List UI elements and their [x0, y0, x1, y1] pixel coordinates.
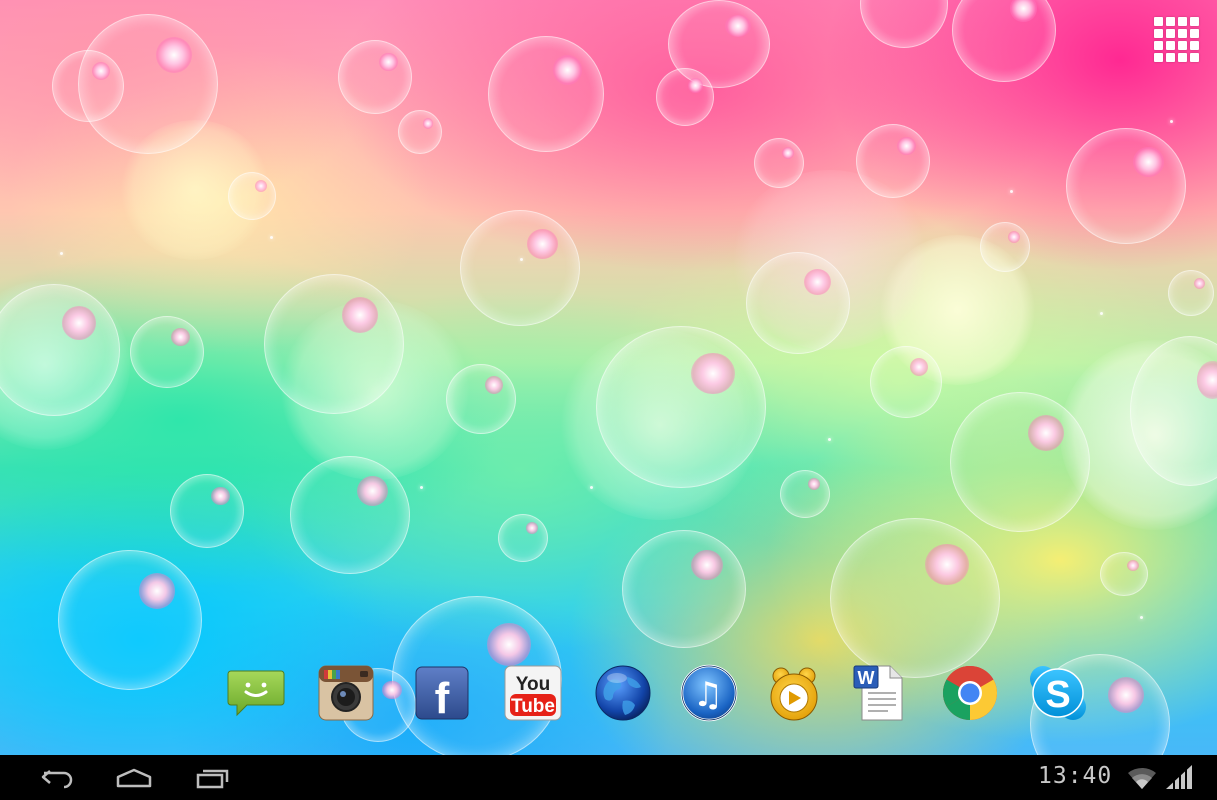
sparkle — [270, 236, 273, 239]
home-icon — [116, 768, 152, 788]
bubble — [656, 68, 714, 126]
home-button[interactable] — [104, 761, 164, 795]
clock[interactable]: 13:40 — [1038, 763, 1112, 789]
bubble — [228, 172, 276, 220]
system-bar: 13:40 — [0, 755, 1217, 800]
instagram-icon — [318, 665, 374, 721]
sparkle — [420, 486, 423, 489]
instagram-app[interactable] — [315, 662, 377, 724]
bubble — [1130, 336, 1217, 486]
bubble — [170, 474, 244, 548]
sparkle — [520, 258, 523, 261]
bubble — [950, 392, 1090, 532]
bubble — [264, 274, 404, 414]
chrome-app[interactable] — [939, 662, 1001, 724]
bubble — [830, 518, 1000, 678]
svg-text:S: S — [1045, 674, 1070, 716]
bubble — [746, 252, 850, 354]
bubble — [290, 456, 410, 574]
bubble-wallpaper — [0, 0, 1217, 794]
bubble — [860, 0, 948, 48]
svg-text:f: f — [435, 674, 450, 723]
sparkle — [1170, 120, 1173, 123]
youtube-app[interactable]: You Tube — [502, 662, 564, 724]
gom-player-app[interactable] — [763, 662, 825, 724]
bubble — [460, 210, 580, 326]
messaging-app[interactable] — [225, 662, 287, 724]
skype-icon: S — [1030, 666, 1086, 720]
svg-text:♫: ♫ — [693, 675, 723, 715]
sparkle — [60, 252, 63, 255]
music-app[interactable]: ♫ — [678, 662, 740, 724]
signal-icon[interactable] — [1164, 763, 1194, 791]
bubble — [0, 284, 120, 416]
sparkle — [590, 486, 593, 489]
bubble — [780, 470, 830, 518]
chrome-icon — [942, 666, 998, 720]
bubble — [754, 138, 804, 188]
svg-text:W: W — [858, 668, 875, 688]
sparkle — [1010, 190, 1013, 193]
word-document-icon: W — [853, 665, 903, 721]
grid-icon[interactable] — [1152, 15, 1199, 62]
sparkle — [1100, 312, 1103, 315]
browser-app[interactable] — [592, 662, 654, 724]
wifi-icon[interactable] — [1126, 765, 1158, 791]
bubble — [870, 346, 942, 418]
youtube-icon: You Tube — [504, 665, 562, 721]
back-button[interactable] — [28, 761, 88, 795]
gom-player-icon — [770, 667, 818, 721]
bubble — [52, 50, 124, 122]
back-icon — [41, 770, 73, 789]
bubble — [596, 326, 766, 488]
globe-icon — [595, 665, 651, 721]
home-screen: f You Tube ♫ W S 13:40 — [0, 0, 1217, 800]
bubble — [130, 316, 204, 388]
sparkle — [828, 438, 831, 441]
skype-app[interactable]: S — [1027, 662, 1089, 724]
sparkle — [1140, 616, 1143, 619]
bubble — [1168, 270, 1214, 316]
svg-text:Tube: Tube — [511, 696, 555, 717]
bubble — [980, 222, 1030, 272]
word-app[interactable]: W — [849, 662, 911, 724]
dock: f You Tube ♫ W S — [0, 662, 1217, 728]
bubble — [498, 514, 548, 562]
bubble — [1100, 552, 1148, 596]
messaging-icon — [227, 670, 285, 717]
bubble — [856, 124, 930, 198]
bubble — [338, 40, 412, 114]
facebook-app[interactable]: f — [411, 662, 473, 724]
svg-text:You: You — [516, 674, 550, 695]
bubble — [398, 110, 442, 154]
music-icon: ♫ — [680, 664, 738, 722]
bubble — [446, 364, 516, 434]
facebook-icon: f — [415, 666, 469, 723]
recent-apps-button[interactable] — [182, 761, 242, 795]
bubble — [952, 0, 1056, 82]
recent-apps-icon — [196, 769, 229, 789]
bubble — [488, 36, 604, 152]
bubble — [622, 530, 746, 648]
bubble — [1066, 128, 1186, 244]
